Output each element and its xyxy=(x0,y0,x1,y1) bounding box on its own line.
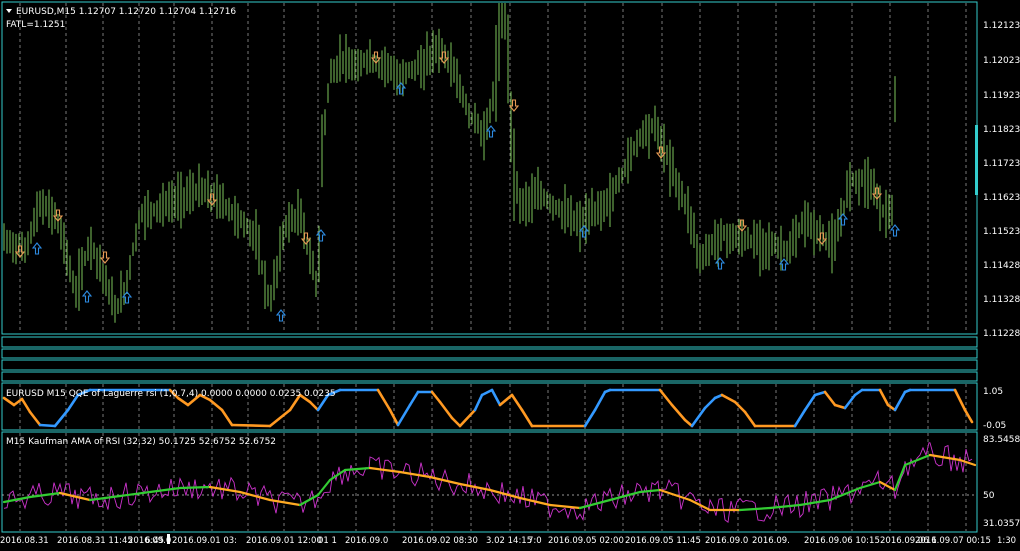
time-axis: 2016.08.31 2016.08.31 11:45 2016.09.0 6:… xyxy=(0,534,1016,546)
time-label: 1:30 xyxy=(997,536,1016,546)
ama-title: M15 Kaufman AMA of RSI (32,32) 50.1725 5… xyxy=(6,437,276,447)
price-label: 1.11623 xyxy=(983,193,1020,203)
price-label: 1.11823 xyxy=(983,125,1020,135)
symbol-info: EURUSD,M15 1.12707 1.12720 1.12704 1.127… xyxy=(16,7,236,17)
scroll-marker[interactable] xyxy=(975,125,978,195)
price-label: 1.11923 xyxy=(983,91,1020,101)
price-label: 1.11228 xyxy=(983,329,1020,339)
time-label: 2016.09.01 03: xyxy=(172,536,237,546)
price-label: 1.11723 xyxy=(983,159,1020,169)
time-label: 2016.08.31 xyxy=(0,536,49,546)
time-label: 2016.08.31 11:45 xyxy=(57,536,133,546)
price-label: 1.12123 xyxy=(983,21,1020,31)
ama-axis-label: 31.0357 xyxy=(983,519,1020,529)
price-label: 1.11428 xyxy=(983,261,1020,271)
qqe-segment xyxy=(230,423,272,428)
time-label: 3.02 14:15 xyxy=(486,536,532,546)
qqe-title: EURUSD M15 QQE of Laguerre rsi (1,0.7,4)… xyxy=(6,389,336,399)
time-label: 2016.09.01 12:00 xyxy=(246,536,322,546)
qqe-axis-label: -0.05 xyxy=(983,421,1006,431)
time-label: 2016.09.05 02:00 xyxy=(548,536,624,546)
fatl-value: FATL=1.1251 xyxy=(6,20,65,30)
time-label: 01 1 xyxy=(318,536,337,546)
period-separator-marker xyxy=(167,534,170,544)
time-label: 2016.09.0 xyxy=(705,536,748,546)
qqe-segment xyxy=(38,423,57,428)
time-label: 2016.09.07 00:15 xyxy=(915,536,991,546)
ama-axis-label: 50 xyxy=(983,491,995,501)
qqe-axis-label: 1.05 xyxy=(983,387,1003,397)
price-label: 1.11328 xyxy=(983,295,1020,305)
price-label: 1.11523 xyxy=(983,227,1020,237)
time-label: 2016.09.0 xyxy=(345,536,388,546)
time-label: 2016.09. xyxy=(752,536,790,546)
time-label: 7:0 xyxy=(528,536,542,546)
time-label: 2016.09.05 11:45 xyxy=(625,536,701,546)
chart-window[interactable]: EURUSD,M15 1.12707 1.12720 1.12704 1.127… xyxy=(0,0,1020,551)
ama-axis-label: 83.5458 xyxy=(983,435,1020,445)
time-label: 2016.09.02 08:30 xyxy=(402,536,478,546)
price-label: 1.12023 xyxy=(983,56,1020,66)
ama-segment xyxy=(178,485,212,490)
time-label: 2016.09.06 10:15 xyxy=(804,536,880,546)
time-label: 6:45 xyxy=(145,536,164,546)
